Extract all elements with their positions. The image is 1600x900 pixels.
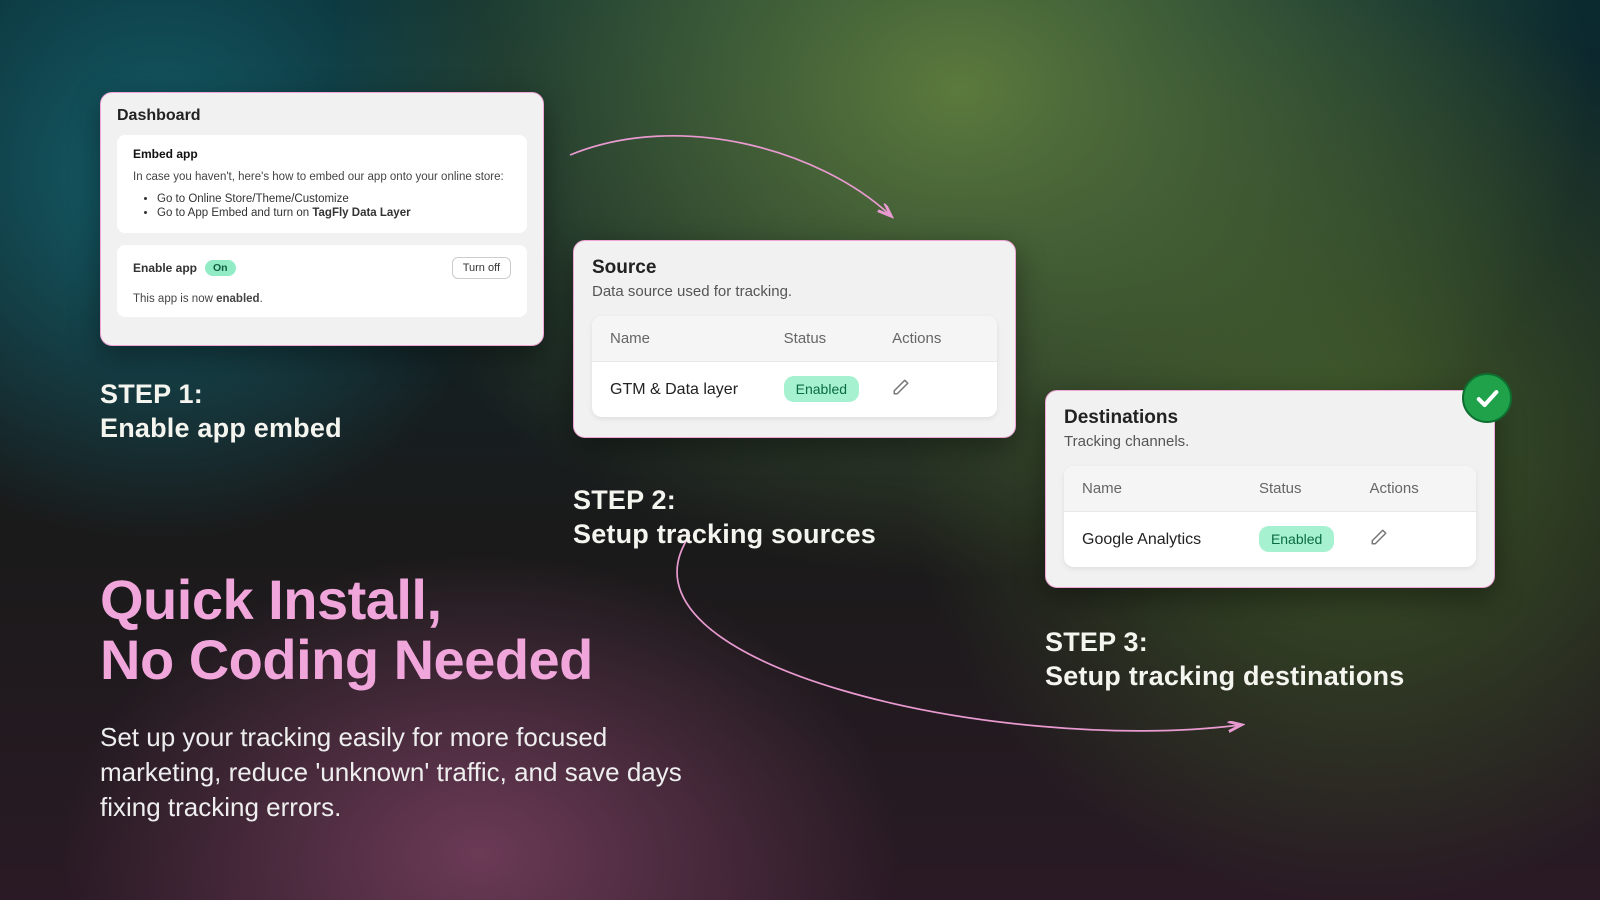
table-header: Name Status Actions <box>592 316 997 362</box>
source-subtitle: Data source used for tracking. <box>592 283 997 300</box>
enabled-badge: Enabled <box>1259 526 1334 552</box>
source-card: Source Data source used for tracking. Na… <box>573 240 1016 438</box>
enabled-badge: Enabled <box>784 376 859 402</box>
enabled-status: This app is now enabled. <box>133 293 511 305</box>
dest-subtitle: Tracking channels. <box>1064 433 1476 450</box>
edit-icon[interactable] <box>1370 533 1388 550</box>
step-2-label: STEP 2: Setup tracking sources <box>573 484 876 552</box>
destinations-card: Destinations Tracking channels. Name Sta… <box>1045 390 1495 588</box>
enable-label: Enable app <box>133 261 197 275</box>
dashboard-card: Dashboard Embed app In case you haven't,… <box>100 92 544 346</box>
headline-block: Quick Install, No Coding Needed Set up y… <box>100 570 720 825</box>
col-actions: Actions <box>892 330 979 347</box>
col-name: Name <box>610 330 784 347</box>
col-status: Status <box>784 330 893 347</box>
col-actions: Actions <box>1370 480 1458 497</box>
embed-app-panel: Embed app In case you haven't, here's ho… <box>117 135 527 233</box>
table-row: Google Analytics Enabled <box>1064 512 1476 567</box>
check-icon <box>1462 373 1512 423</box>
embed-heading: Embed app <box>133 147 511 161</box>
col-name: Name <box>1082 480 1259 497</box>
embed-intro: In case you haven't, here's how to embed… <box>133 171 511 183</box>
dest-title: Destinations <box>1064 407 1476 429</box>
embed-bullet-1: Go to Online Store/Theme/Customize <box>157 193 511 205</box>
turn-off-button[interactable]: Turn off <box>452 257 511 279</box>
edit-icon[interactable] <box>892 383 910 400</box>
table-header: Name Status Actions <box>1064 466 1476 512</box>
source-title: Source <box>592 257 997 279</box>
dashboard-title: Dashboard <box>117 107 527 125</box>
source-table: Name Status Actions GTM & Data layer Ena… <box>592 316 997 417</box>
table-row: GTM & Data layer Enabled <box>592 362 997 417</box>
arrow-1 <box>560 120 920 240</box>
col-status: Status <box>1259 480 1370 497</box>
headline-line-1: Quick Install, <box>100 570 720 630</box>
step-1-label: STEP 1: Enable app embed <box>100 378 342 446</box>
headline-line-2: No Coding Needed <box>100 630 720 690</box>
on-badge: On <box>205 260 236 276</box>
headline-sub: Set up your tracking easily for more foc… <box>100 720 720 825</box>
dest-table: Name Status Actions Google Analytics Ena… <box>1064 466 1476 567</box>
row-name: GTM & Data layer <box>610 381 784 399</box>
step-3-label: STEP 3: Setup tracking destinations <box>1045 626 1404 694</box>
row-name: Google Analytics <box>1082 531 1259 549</box>
enable-app-panel: Enable app On Turn off This app is now e… <box>117 245 527 317</box>
embed-bullet-2: Go to App Embed and turn on TagFly Data … <box>157 207 511 219</box>
